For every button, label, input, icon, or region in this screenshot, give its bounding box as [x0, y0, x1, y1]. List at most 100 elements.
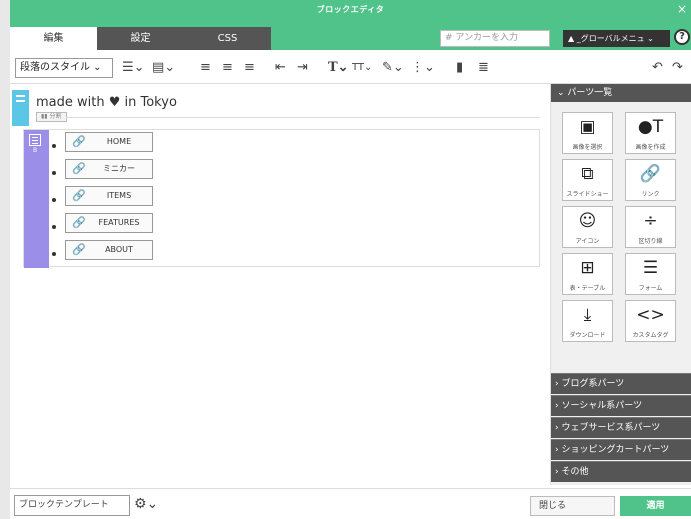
part-image-create[interactable]: ●T 画像を作成 [625, 112, 676, 154]
insert-block-icon[interactable]: ▮ [456, 59, 463, 77]
link-label: FEATURES [98, 218, 140, 227]
divider [66, 117, 540, 118]
tab-edit[interactable]: 編集 [10, 27, 97, 50]
title-bar: ブロックエディタ × [10, 0, 691, 27]
link-icon: 🔗 [72, 135, 86, 148]
part-form[interactable]: ☰ フォーム [625, 253, 676, 295]
tab-settings[interactable]: 設定 [97, 27, 184, 50]
link-icon: 🔗 [72, 189, 86, 202]
link-button-minicar[interactable]: 🔗 ミニカー [65, 159, 153, 179]
heading-block[interactable]: made with ♥ in Tokyo ▮▮ 分割 [12, 90, 540, 126]
global-menu-select[interactable]: ▲ _グローバルメニュ ⌄ [563, 30, 670, 47]
parts-sidebar: ⌄ パーツ一覧 ▣ 画像を選択 ●T 画像を作成 ⧉ スライドショー 🔗 リンク… [550, 84, 691, 485]
align-center-icon[interactable]: ≡ [222, 59, 233, 77]
apply-button[interactable]: 適用 [620, 496, 691, 516]
link-button-items[interactable]: 🔗 ITEMS [65, 186, 153, 206]
tab-css[interactable]: CSS [184, 27, 271, 50]
parts-list-header[interactable]: ⌄ パーツ一覧 [551, 84, 691, 102]
font-style-icon[interactable]: TT⌄ [352, 59, 372, 77]
category-blog-parts[interactable]: › ブログ系パーツ [551, 373, 691, 394]
form-icon: ☰ [642, 258, 659, 278]
undo-icon[interactable]: ↶ [652, 59, 663, 77]
download-icon: ⤓ [583, 305, 592, 325]
part-label: フォーム [638, 285, 663, 292]
link-button-features[interactable]: 🔗 FEATURES [65, 213, 153, 233]
gear-icon[interactable]: ⚙⌄ [134, 496, 158, 512]
list-handle-label: B [32, 147, 38, 154]
part-image-select[interactable]: ▣ 画像を選択 [562, 112, 613, 154]
link-icon: 🔗 [639, 164, 662, 184]
link-icon: 🔗 [72, 162, 86, 175]
align-left-icon[interactable]: ≡ [200, 59, 211, 77]
part-link[interactable]: 🔗 リンク [625, 159, 676, 201]
part-label: 表・テーブル [569, 285, 606, 292]
tab-row: 編集 設定 CSS # アンカーを入力 ▲ _グローバルメニュ ⌄ ? [10, 27, 691, 50]
divider-icon: ÷ [643, 211, 658, 231]
block-editor-window: ブロックエディタ × 編集 設定 CSS # アンカーを入力 ▲ _グローバルメ… [0, 0, 691, 519]
paragraph-icon [16, 95, 25, 102]
part-icon[interactable]: ☺ アイコン [562, 206, 613, 248]
list-icon [29, 134, 41, 146]
category-shopping-cart-parts[interactable]: › ショッピングカートパーツ [551, 439, 691, 460]
list-block-handle[interactable]: B [24, 130, 49, 268]
outdent-icon[interactable]: ⇤ [275, 59, 286, 77]
part-divider[interactable]: ÷ 区切り線 [625, 206, 676, 248]
bullet-dot [52, 171, 56, 175]
close-icon[interactable]: × [677, 2, 687, 16]
redo-icon[interactable]: ↷ [672, 59, 683, 77]
indent-icon[interactable]: ⇥ [297, 59, 308, 77]
link-list-block[interactable]: B 🔗 HOME 🔗 ミニカー 🔗 ITEMS 🔗 FEATURES 🔗 ABO… [23, 129, 540, 268]
part-label: リンク [641, 191, 660, 198]
table-icon: ⊞ [580, 258, 595, 278]
slideshow-icon: ⧉ [581, 164, 594, 184]
link-label: ABOUT [105, 245, 133, 254]
part-custom-tag[interactable]: <> カスタムタグ [625, 300, 676, 342]
bullet-dot [52, 252, 56, 256]
part-label: 区切り線 [638, 238, 663, 245]
more-format-icon[interactable]: ⋮⌄ [411, 59, 435, 77]
category-other[interactable]: › その他 [551, 461, 691, 482]
part-label: 画像を選択 [572, 144, 603, 151]
category-social-parts[interactable]: › ソーシャル系パーツ [551, 395, 691, 416]
editor-canvas[interactable]: made with ♥ in Tokyo ▮▮ 分割 B 🔗 HOME 🔗 ミニ… [10, 85, 550, 485]
link-label: ミニカー [103, 164, 135, 173]
link-label: ITEMS [106, 191, 132, 200]
block-template-button[interactable]: ブロックテンプレート [14, 495, 130, 516]
part-label: スライドショー [566, 191, 609, 198]
footer-bar: ブロックテンプレート ⚙⌄ 閉じる 適用 [10, 488, 691, 519]
bullet-dot [52, 198, 56, 202]
help-icon[interactable]: ? [674, 29, 690, 45]
window-title: ブロックエディタ [316, 5, 385, 14]
bullet-dot [52, 144, 56, 148]
split-tag[interactable]: ▮▮ 分割 [36, 112, 67, 122]
anchor-input[interactable]: # アンカーを入力 [440, 30, 550, 47]
format-toolbar: 段落のスタイル ⌄ ☰⌄ ▤⌄ ≡ ≡ ≡ ⇤ ⇥ T⌄ TT⌄ ✎⌄ ⋮⌄ ▮… [10, 51, 691, 84]
part-download[interactable]: ⤓ ダウンロード [562, 300, 613, 342]
link-label: HOME [106, 137, 132, 146]
font-size-icon[interactable]: T⌄ [328, 59, 349, 77]
align-right-icon[interactable]: ≡ [244, 59, 255, 77]
smile-icon: ☺ [578, 211, 597, 231]
category-web-service-parts[interactable]: › ウェブサービス系パーツ [551, 417, 691, 438]
part-label: 画像を作成 [635, 144, 666, 151]
link-icon: 🔗 [72, 243, 86, 256]
clear-format-icon[interactable]: ≣ [478, 59, 489, 77]
link-button-about[interactable]: 🔗 ABOUT [65, 240, 153, 260]
text-color-icon[interactable]: ✎⌄ [382, 59, 404, 77]
part-label: ダウンロード [569, 332, 606, 339]
part-table[interactable]: ⊞ 表・テーブル [562, 253, 613, 295]
link-button-home[interactable]: 🔗 HOME [65, 132, 153, 152]
image-create-icon: ●T [637, 117, 664, 137]
close-button[interactable]: 閉じる [530, 496, 615, 516]
heading-block-handle[interactable] [12, 90, 29, 126]
bullet-dot [52, 225, 56, 229]
part-label: カスタムタグ [632, 332, 669, 339]
part-label: アイコン [575, 238, 600, 245]
paragraph-style-select[interactable]: 段落のスタイル ⌄ [15, 58, 113, 78]
heading-text[interactable]: made with ♥ in Tokyo [36, 95, 177, 110]
numbered-list-icon[interactable]: ▤⌄ [152, 59, 175, 77]
image-icon: ▣ [579, 117, 596, 137]
link-icon: 🔗 [72, 216, 86, 229]
bullet-list-icon[interactable]: ☰⌄ [122, 59, 145, 77]
part-slideshow[interactable]: ⧉ スライドショー [562, 159, 613, 201]
